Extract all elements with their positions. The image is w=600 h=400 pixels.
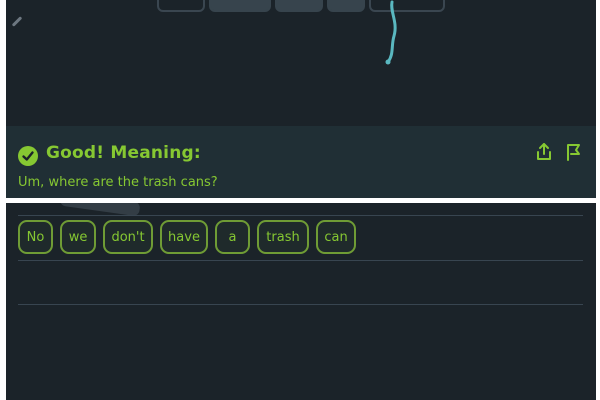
answer-chip[interactable] [157, 0, 205, 12]
word-chip-no[interactable]: No [18, 220, 53, 254]
exercise-panel: Good! Meaning: Um, where are the trash c… [6, 0, 596, 198]
swipe-trail [385, 0, 397, 65]
answer-chip[interactable] [327, 0, 365, 12]
answer-line [18, 260, 583, 261]
check-circle-icon [18, 146, 38, 166]
word-bank: No we don't have a trash can [18, 220, 356, 254]
feedback-meaning: Um, where are the trash cans? [18, 175, 218, 190]
word-chip-we[interactable]: we [60, 220, 96, 254]
answer-line [18, 304, 583, 305]
word-chip-can[interactable]: can [316, 220, 356, 254]
share-icon[interactable] [535, 142, 553, 162]
word-chip-have[interactable]: have [160, 220, 208, 254]
answer-line [18, 215, 583, 216]
answer-chip[interactable] [209, 0, 271, 12]
word-chip-dont[interactable]: don't [103, 220, 153, 254]
word-bank-panel: No we don't have a trash can [6, 203, 596, 400]
feedback-banner: Good! Meaning: Um, where are the trash c… [6, 126, 596, 198]
feedback-title: Good! Meaning: [46, 143, 201, 163]
flag-icon[interactable] [564, 142, 582, 162]
pencil-icon [11, 16, 23, 27]
word-chip-trash[interactable]: trash [257, 220, 309, 254]
answer-chip[interactable] [275, 0, 323, 12]
word-chip-a[interactable]: a [215, 220, 250, 254]
